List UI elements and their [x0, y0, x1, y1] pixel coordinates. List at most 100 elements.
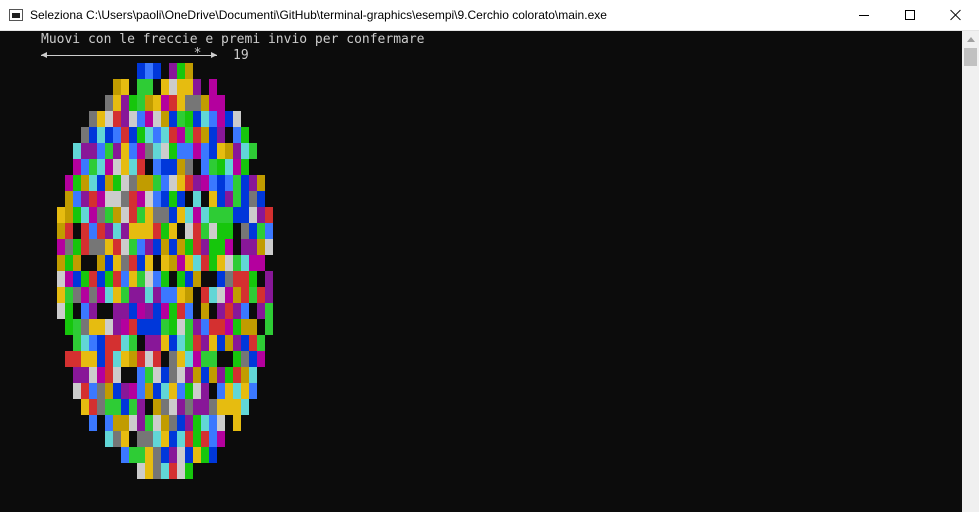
circle-cell — [193, 143, 201, 159]
circle-cell — [161, 367, 169, 383]
circle-cell — [193, 159, 201, 175]
circle-cell — [89, 191, 97, 207]
circle-cell — [129, 111, 137, 127]
circle-cell — [177, 255, 185, 271]
circle-cell — [193, 303, 201, 319]
circle-cell — [217, 319, 225, 335]
circle-cell — [145, 351, 153, 367]
circle-cell — [201, 399, 209, 415]
circle-cell — [185, 415, 193, 431]
circle-cell — [217, 351, 225, 367]
circle-cell — [137, 463, 145, 479]
circle-cell — [137, 399, 145, 415]
circle-cell — [113, 383, 121, 399]
circle-cell — [265, 239, 273, 255]
circle-cell — [121, 239, 129, 255]
circle-cell — [201, 431, 209, 447]
circle-cell — [81, 335, 89, 351]
circle-cell — [185, 303, 193, 319]
circle-cell — [161, 319, 169, 335]
circle-cell — [153, 111, 161, 127]
circle-cell — [209, 95, 217, 111]
circle-cell — [161, 223, 169, 239]
circle-cell — [257, 207, 265, 223]
circle-cell — [137, 239, 145, 255]
circle-cell — [177, 463, 185, 479]
circle-cell — [209, 319, 217, 335]
circle-cell — [153, 303, 161, 319]
circle-cell — [249, 303, 257, 319]
circle-cell — [161, 303, 169, 319]
circle-cell — [265, 255, 273, 271]
circle-cell — [65, 287, 73, 303]
circle-cell — [89, 287, 97, 303]
circle-cell — [161, 447, 169, 463]
circle-cell — [129, 175, 137, 191]
circle-cell — [113, 79, 121, 95]
circle-cell — [81, 319, 89, 335]
circle-cell — [257, 303, 265, 319]
circle-cell — [113, 255, 121, 271]
circle-cell — [97, 351, 105, 367]
circle-cell — [153, 143, 161, 159]
circle-cell — [129, 239, 137, 255]
circle-cell — [145, 127, 153, 143]
close-button[interactable] — [933, 0, 979, 30]
circle-cell — [225, 383, 233, 399]
circle-cell — [233, 287, 241, 303]
circle-cell — [89, 367, 97, 383]
circle-cell — [201, 319, 209, 335]
circle-cell — [73, 367, 81, 383]
circle-cell — [137, 95, 145, 111]
circle-cell — [201, 303, 209, 319]
circle-cell — [145, 239, 153, 255]
circle-cell — [121, 351, 129, 367]
circle-cell — [105, 207, 113, 223]
circle-cell — [177, 159, 185, 175]
minimize-button[interactable] — [841, 0, 887, 30]
circle-cell — [129, 303, 137, 319]
scroll-up-arrow-icon[interactable] — [962, 31, 979, 48]
circle-cell — [209, 271, 217, 287]
circle-cell — [217, 287, 225, 303]
circle-cell — [185, 111, 193, 127]
circle-cell — [105, 303, 113, 319]
circle-cell — [81, 399, 89, 415]
circle-cell — [105, 287, 113, 303]
circle-cell — [177, 447, 185, 463]
vertical-scrollbar[interactable] — [962, 31, 979, 512]
circle-cell — [153, 95, 161, 111]
circle-cell — [73, 175, 81, 191]
scroll-thumb[interactable] — [964, 48, 977, 66]
circle-cell — [201, 175, 209, 191]
circle-cell — [105, 127, 113, 143]
circle-cell — [217, 127, 225, 143]
circle-cell — [121, 271, 129, 287]
circle-cell — [161, 431, 169, 447]
circle-cell — [121, 191, 129, 207]
maximize-button[interactable] — [887, 0, 933, 30]
circle-cell — [169, 95, 177, 111]
circle-cell — [233, 111, 241, 127]
circle-cell — [241, 159, 249, 175]
circle-cell — [257, 271, 265, 287]
circle-cell — [177, 431, 185, 447]
circle-cell — [105, 415, 113, 431]
circle-cell — [121, 383, 129, 399]
circle-cell — [161, 239, 169, 255]
circle-cell — [97, 271, 105, 287]
circle-cell — [121, 335, 129, 351]
circle-cell — [161, 127, 169, 143]
maximize-icon — [905, 10, 915, 20]
circle-cell — [217, 143, 225, 159]
circle-cell — [97, 303, 105, 319]
circle-cell — [145, 399, 153, 415]
circle-cell — [209, 383, 217, 399]
circle-cell — [129, 383, 137, 399]
circle-cell — [81, 159, 89, 175]
circle-cell — [137, 415, 145, 431]
circle-cell — [161, 351, 169, 367]
circle-cell — [217, 383, 225, 399]
circle-cell — [241, 207, 249, 223]
circle-cell — [169, 79, 177, 95]
